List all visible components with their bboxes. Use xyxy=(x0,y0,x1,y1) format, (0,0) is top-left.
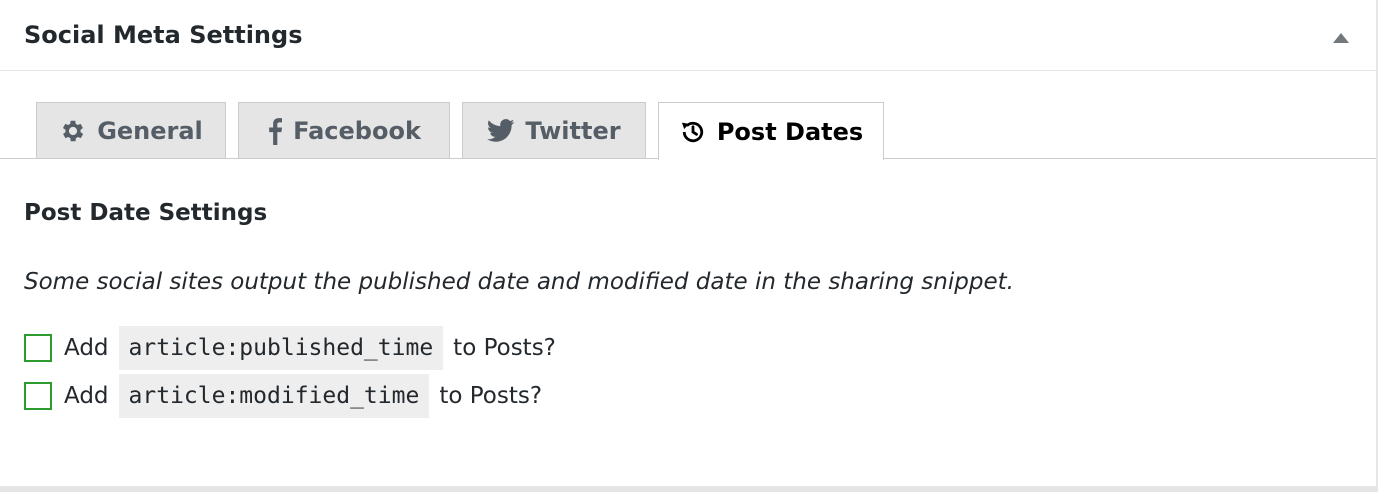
facebook-icon xyxy=(267,117,283,145)
twitter-icon xyxy=(487,118,515,144)
option-suffix: to Posts? xyxy=(453,335,556,361)
tab-general-label: General xyxy=(97,116,203,145)
panel-bottom-border xyxy=(0,486,1378,492)
option-code: article:published_time xyxy=(118,326,444,370)
option-prefix: Add xyxy=(64,335,109,361)
option-published-time: Add article:published_time to Posts? xyxy=(24,326,556,370)
tab-general[interactable]: General xyxy=(36,102,226,158)
option-suffix: to Posts? xyxy=(439,383,543,409)
panel-title: Social Meta Settings xyxy=(24,21,303,49)
section-title: Post Date Settings xyxy=(24,200,268,226)
social-meta-settings-panel: Social Meta Settings General Facebook Tw… xyxy=(0,0,1378,492)
modified-time-checkbox[interactable] xyxy=(24,382,52,410)
option-code: article:modified_time xyxy=(118,374,430,418)
tab-twitter-label: Twitter xyxy=(525,116,621,145)
tab-facebook[interactable]: Facebook xyxy=(238,102,450,158)
triangle-up-icon xyxy=(1333,33,1349,43)
published-time-checkbox[interactable] xyxy=(24,334,52,362)
tab-post-dates-label: Post Dates xyxy=(716,117,864,146)
tab-facebook-label: Facebook xyxy=(293,116,421,145)
history-icon xyxy=(679,118,707,146)
collapse-toggle-button[interactable] xyxy=(1328,24,1354,50)
section-description: Some social sites output the published d… xyxy=(24,269,1014,295)
gear-icon xyxy=(59,117,87,145)
option-prefix: Add xyxy=(64,383,109,409)
panel-header[interactable]: Social Meta Settings xyxy=(0,0,1378,71)
tab-twitter[interactable]: Twitter xyxy=(462,102,646,158)
tab-post-dates[interactable]: Post Dates xyxy=(658,102,884,160)
option-modified-time: Add article:modified_time to Posts? xyxy=(24,374,542,418)
